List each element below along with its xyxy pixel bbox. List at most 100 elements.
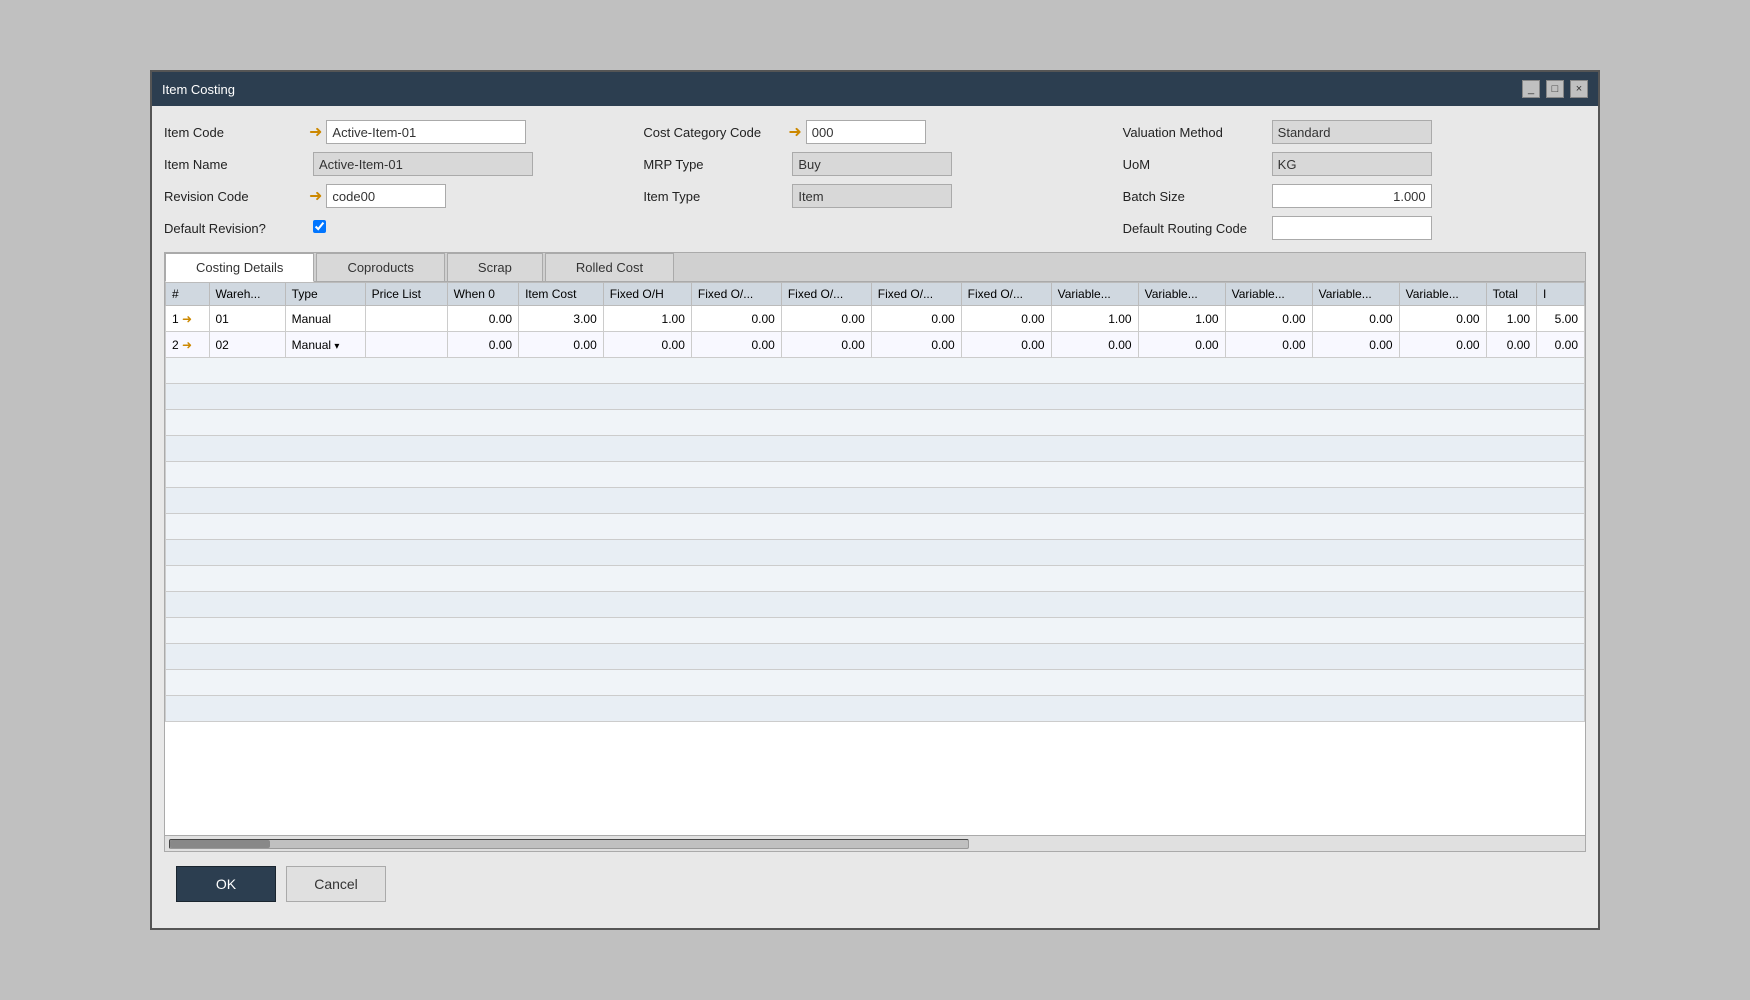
default-routing-row: Default Routing Code xyxy=(1123,214,1586,242)
table-container: # Wareh... Type Price List When 0 Item C… xyxy=(165,282,1585,835)
item-name-row: Item Name xyxy=(164,150,627,178)
form-col-3: Valuation Method UoM Batch Size Default … xyxy=(1123,118,1586,242)
tabs-container: Costing Details Coproducts Scrap Rolled … xyxy=(164,252,1586,852)
cell-variable5: 0.00 xyxy=(1399,332,1486,358)
table-row-empty xyxy=(166,618,1585,644)
cost-category-input[interactable] xyxy=(806,120,926,144)
tab-rolled-cost[interactable]: Rolled Cost xyxy=(545,253,674,281)
valuation-method-label: Valuation Method xyxy=(1123,125,1268,140)
table-row-empty xyxy=(166,358,1585,384)
table-row-empty xyxy=(166,514,1585,540)
cell-fixed-oh3: 0.00 xyxy=(781,332,871,358)
table-row-empty xyxy=(166,540,1585,566)
cost-category-label: Cost Category Code xyxy=(643,125,788,140)
cell-price-list xyxy=(365,306,447,332)
table-row-empty xyxy=(166,462,1585,488)
cell-when-0: 0.00 xyxy=(447,332,519,358)
cell-variable2: 1.00 xyxy=(1138,306,1225,332)
col-last: I xyxy=(1537,283,1585,306)
costing-table: # Wareh... Type Price List When 0 Item C… xyxy=(165,282,1585,722)
cancel-button[interactable]: Cancel xyxy=(286,866,386,902)
col-fixed-oh3: Fixed O/... xyxy=(781,283,871,306)
cell-when-0: 0.00 xyxy=(447,306,519,332)
col-variable5: Variable... xyxy=(1399,283,1486,306)
tab-coproducts[interactable]: Coproducts xyxy=(316,253,444,281)
close-button[interactable]: × xyxy=(1570,80,1588,98)
col-variable4: Variable... xyxy=(1312,283,1399,306)
cell-price-list xyxy=(365,332,447,358)
cell-warehouse: 02 xyxy=(209,332,285,358)
table-row-empty xyxy=(166,592,1585,618)
col-price-list: Price List xyxy=(365,283,447,306)
tab-costing-details[interactable]: Costing Details xyxy=(165,253,314,282)
cell-variable3: 0.00 xyxy=(1225,332,1312,358)
item-code-row: Item Code ➜ xyxy=(164,118,627,146)
cell-fixed-oh5: 0.00 xyxy=(961,332,1051,358)
default-revision-label: Default Revision? xyxy=(164,221,309,236)
revision-code-row: Revision Code ➜ xyxy=(164,182,627,210)
cell-total: 0.00 xyxy=(1486,332,1536,358)
item-code-arrow-icon: ➜ xyxy=(309,122,322,142)
tab-bar: Costing Details Coproducts Scrap Rolled … xyxy=(165,253,1585,282)
cell-fixed-oh1: 0.00 xyxy=(603,332,691,358)
col-variable3: Variable... xyxy=(1225,283,1312,306)
cell-fixed-oh5: 0.00 xyxy=(961,306,1051,332)
col-when-0: When 0 xyxy=(447,283,519,306)
table-row-empty xyxy=(166,670,1585,696)
mrp-type-input xyxy=(792,152,952,176)
table-row-empty xyxy=(166,436,1585,462)
col-variable1: Variable... xyxy=(1051,283,1138,306)
cost-category-row: Cost Category Code ➜ xyxy=(643,118,1106,146)
cell-fixed-oh4: 0.00 xyxy=(871,306,961,332)
table-row[interactable]: 1 ➜ 01 Manual 0.00 3.00 1.00 0.00 0.00 0… xyxy=(166,306,1585,332)
form-fields: Item Code ➜ Item Name Revision Code ➜ De… xyxy=(164,118,1586,242)
cell-last: 5.00 xyxy=(1537,306,1585,332)
cell-fixed-oh4: 0.00 xyxy=(871,332,961,358)
item-code-input[interactable] xyxy=(326,120,526,144)
col-fixed-oh5: Fixed O/... xyxy=(961,283,1051,306)
cell-item-cost: 3.00 xyxy=(519,306,604,332)
col-fixed-oh1: Fixed O/H xyxy=(603,283,691,306)
window-title: Item Costing xyxy=(162,82,235,97)
item-name-input xyxy=(313,152,533,176)
cell-last: 0.00 xyxy=(1537,332,1585,358)
main-window: Item Costing _ □ × Item Code ➜ Item Name xyxy=(150,70,1600,930)
uom-row: UoM xyxy=(1123,150,1586,178)
default-revision-checkbox[interactable] xyxy=(313,220,326,233)
revision-code-arrow-icon: ➜ xyxy=(309,186,322,206)
valuation-method-row: Valuation Method xyxy=(1123,118,1586,146)
revision-code-input[interactable] xyxy=(326,184,446,208)
scrollbar-thumb[interactable] xyxy=(170,840,270,848)
item-type-row: Item Type xyxy=(643,182,1106,210)
horizontal-scrollbar[interactable] xyxy=(165,835,1585,851)
item-name-label: Item Name xyxy=(164,157,309,172)
mrp-type-row: MRP Type xyxy=(643,150,1106,178)
col-num: # xyxy=(166,283,210,306)
col-type: Type xyxy=(285,283,365,306)
default-routing-input[interactable] xyxy=(1272,216,1432,240)
col-variable2: Variable... xyxy=(1138,283,1225,306)
cell-total: 1.00 xyxy=(1486,306,1536,332)
cell-variable1: 0.00 xyxy=(1051,332,1138,358)
table-row-empty xyxy=(166,566,1585,592)
cell-num: 2 ➜ xyxy=(166,332,210,358)
cell-item-cost: 0.00 xyxy=(519,332,604,358)
maximize-button[interactable]: □ xyxy=(1546,80,1564,98)
cell-variable1: 1.00 xyxy=(1051,306,1138,332)
batch-size-input[interactable] xyxy=(1272,184,1432,208)
cell-fixed-oh3: 0.00 xyxy=(781,306,871,332)
minimize-button[interactable]: _ xyxy=(1522,80,1540,98)
cell-variable2: 0.00 xyxy=(1138,332,1225,358)
default-routing-label: Default Routing Code xyxy=(1123,221,1268,236)
tab-scrap[interactable]: Scrap xyxy=(447,253,543,281)
cost-category-arrow-icon: ➜ xyxy=(788,122,801,142)
scrollbar-track[interactable] xyxy=(169,839,969,849)
ok-button[interactable]: OK xyxy=(176,866,276,902)
valuation-method-input xyxy=(1272,120,1432,144)
table-row[interactable]: 2 ➜ 02 Manual ▾ 0.00 0.00 0.00 0.00 0.00… xyxy=(166,332,1585,358)
cell-variable5: 0.00 xyxy=(1399,306,1486,332)
col-total: Total xyxy=(1486,283,1536,306)
cell-variable4: 0.00 xyxy=(1312,306,1399,332)
item-code-label: Item Code xyxy=(164,125,309,140)
uom-input xyxy=(1272,152,1432,176)
